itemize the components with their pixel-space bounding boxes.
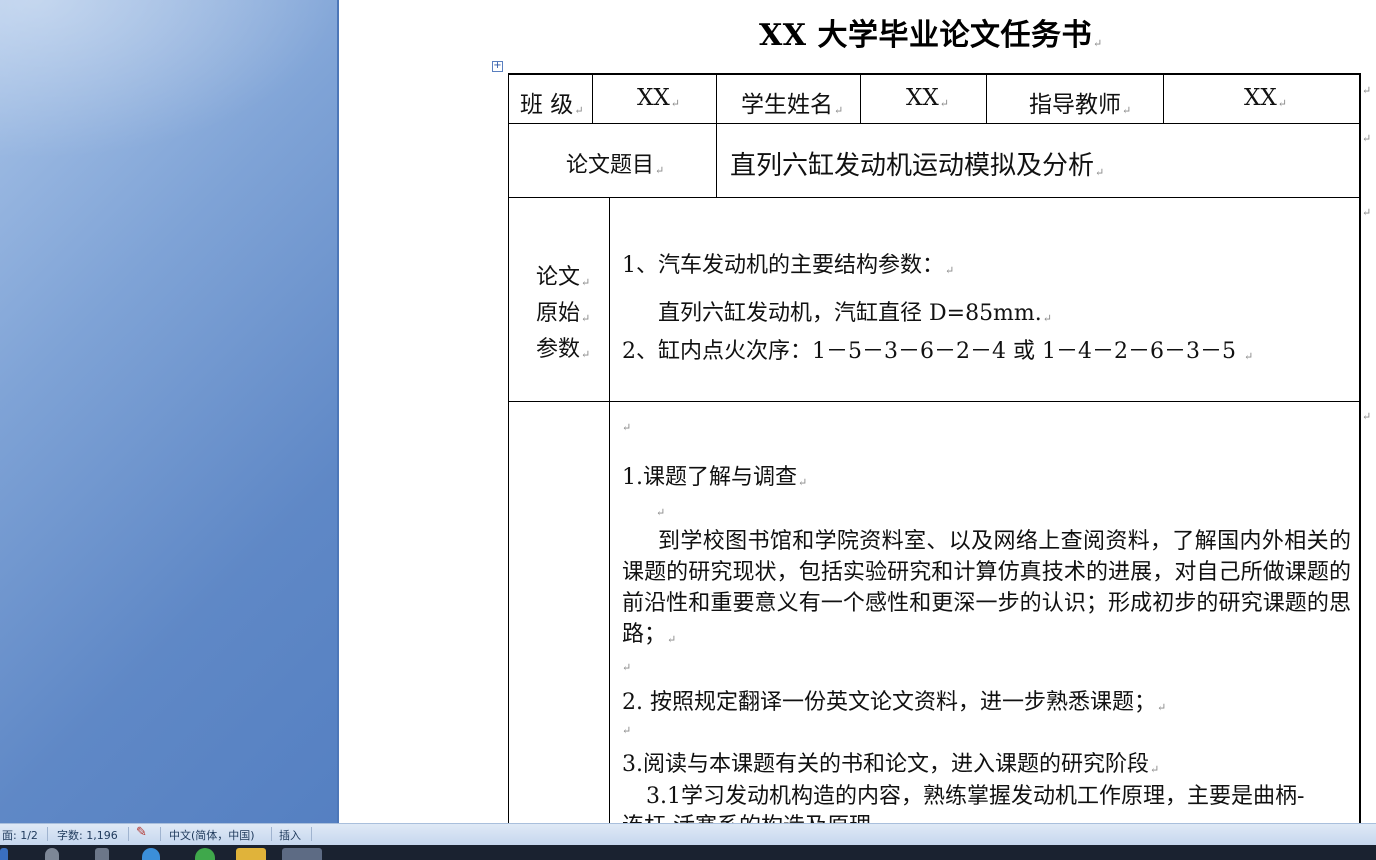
task-item-1-title: 1.课题了解与调查↵ <box>622 465 808 490</box>
topic-value: 直列六缸发动机运动模拟及分析↵ <box>730 151 1105 181</box>
params-label: 论文↵ 原始↵ 参数↵ <box>536 265 591 362</box>
word-count[interactable]: 字数: 1,196 <box>57 827 118 843</box>
task-item-3: 3.阅读与本课题有关的书和论文，进入课题的研究阶段↵ <box>622 752 1160 777</box>
start-icon[interactable] <box>0 848 8 860</box>
folder-icon[interactable] <box>236 848 266 860</box>
task-item-1-body: 到学校图书馆和学院资料室、以及网络上查阅资料，了解国内外相关的课题的研究现状，包… <box>622 529 1351 647</box>
task-item-2: 2. 按照规定翻译一份英文论文资料，进一步熟悉课题；↵ <box>622 690 1167 715</box>
student-name-value: XX↵ <box>906 85 949 111</box>
empty-paragraph-mark: ↵ <box>622 421 632 434</box>
language-indicator[interactable]: 中文(简体，中国) <box>169 827 255 843</box>
params-line-1: 1、汽车发动机的主要结构参数：↵ <box>622 253 955 278</box>
advisor-value: XX↵ <box>1244 85 1287 111</box>
page-indicator[interactable]: 面: 1/2 <box>2 827 38 843</box>
advisor-label: 指导教师↵ <box>1029 92 1132 118</box>
proofing-icon[interactable]: ✎ <box>136 825 147 840</box>
insert-mode-indicator[interactable]: 插入 <box>279 827 301 843</box>
student-name-label: 学生姓名↵ <box>741 92 844 118</box>
row-end-mark: ↵ <box>1362 206 1372 219</box>
word-app-icon[interactable] <box>282 848 322 860</box>
document-title: XX 大学毕业论文任务书↵ <box>759 18 1103 53</box>
task-item-3-1-continued: 连杆 活塞系的构造及原理 <box>622 808 871 823</box>
table-move-handle-icon[interactable]: + <box>492 61 503 72</box>
search-icon[interactable] <box>45 848 59 860</box>
row-end-mark: ↵ <box>1362 410 1372 423</box>
document-page[interactable]: XX 大学毕业论文任务书↵ + ↵ ↵ ↵ ↵ 班 级↵ XX↵ 学生姓名↵ X… <box>339 0 1376 823</box>
task-view-icon[interactable] <box>95 848 109 860</box>
browser-icon[interactable] <box>142 848 160 860</box>
class-label: 班 级↵ <box>520 92 584 118</box>
empty-paragraph-mark: ↵ <box>656 506 666 519</box>
empty-paragraph-mark: ↵ <box>622 661 632 674</box>
row-end-mark: ↵ <box>1362 132 1372 145</box>
navigation-pane-background <box>0 0 338 823</box>
topic-label: 论文题目↵ <box>566 153 665 178</box>
params-line-2: 直列六缸发动机，汽缸直径 D=85mm.↵ <box>658 301 1052 326</box>
class-value: XX↵ <box>637 85 680 111</box>
task-item-3-1: 3.1学习发动机构造的内容，熟练掌握发动机工作原理，主要是曲柄- <box>646 784 1305 809</box>
row-end-mark: ↵ <box>1362 84 1372 97</box>
empty-paragraph-mark: ↵ <box>622 724 632 737</box>
params-line-3: 2、缸内点火次序：1－5－3－6－2－4 或 1－4－2－6－3－5 ↵ <box>622 339 1254 364</box>
status-bar: 面: 1/2 字数: 1,196 ✎ 中文(简体，中国) 插入 <box>0 823 1376 845</box>
